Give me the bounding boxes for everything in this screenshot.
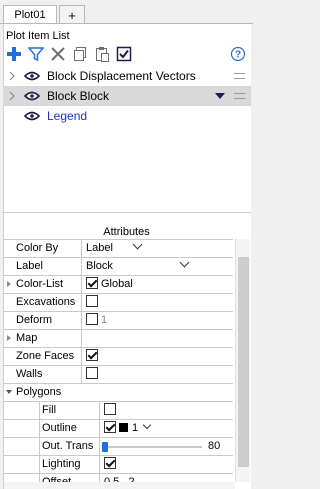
attr-key: Outline (42, 422, 77, 434)
attr-key: Out. Trans (42, 440, 94, 452)
tree-item-label: Block Block (47, 89, 110, 103)
drag-handle-icon[interactable] (234, 93, 245, 99)
attr-row-color-by: Color By Label (4, 239, 233, 258)
attr-key: Fill (42, 404, 57, 416)
attr-row-map: Map (4, 330, 233, 348)
outline-checkbox[interactable] (104, 421, 116, 434)
filter-icon[interactable] (27, 45, 45, 63)
plot-item-tree: Block Displacement Vectors Block Block L… (3, 66, 251, 126)
attr-key: Deform (16, 314, 53, 326)
attr-key: Excavations (16, 296, 76, 308)
walls-checkbox[interactable] (86, 367, 98, 380)
visibility-eye-icon[interactable] (24, 70, 40, 82)
tree-item-label: Legend (47, 109, 88, 123)
attr-row-lighting: Lighting (4, 456, 233, 474)
chevron-down-icon (179, 257, 190, 268)
tab-plot01[interactable]: Plot01 (3, 5, 57, 24)
help-icon[interactable]: ? (229, 45, 247, 63)
plot-item-toolbar: ? (5, 45, 249, 65)
out-trans-slider[interactable] (102, 442, 202, 452)
out-trans-value: 80 (208, 440, 221, 452)
svg-text:?: ? (235, 50, 241, 61)
copy-icon[interactable] (71, 45, 89, 63)
collapse-arrow-icon[interactable] (6, 390, 12, 394)
attr-row-deform: Deform 1 (4, 312, 233, 330)
tab-strip: Plot01 + (0, 0, 253, 24)
attr-row-excavations: Excavations (4, 294, 233, 312)
color-list-checkbox[interactable] (86, 277, 98, 290)
attr-row-polygons: Polygons (4, 384, 233, 402)
attributes-grid: Color By Label Label Block Color-List Gl… (4, 239, 233, 489)
expand-arrow-icon[interactable] (7, 91, 17, 101)
attr-key: Map (16, 332, 38, 344)
tree-item-legend[interactable]: Legend (3, 106, 251, 126)
expand-arrow-icon[interactable] (7, 335, 11, 341)
plot-item-list-title: Plot Item List (6, 30, 70, 42)
expand-arrow-icon[interactable] (7, 71, 17, 81)
tree-item-label: Block Displacement Vectors (47, 69, 196, 83)
expand-arrow-icon[interactable] (7, 281, 11, 287)
attr-key: Zone Faces (16, 350, 75, 362)
attr-key: Color-List (16, 278, 64, 290)
panel-splitter[interactable] (3, 212, 251, 213)
tree-item-block-block[interactable]: Block Block (3, 86, 251, 106)
fill-checkbox[interactable] (104, 403, 116, 416)
attr-row-zone-faces: Zone Faces (4, 348, 233, 366)
attr-row-out-trans: Out. Trans 80 (4, 438, 233, 456)
add-icon[interactable] (5, 45, 23, 63)
attr-row-fill: Fill (4, 402, 233, 420)
delete-icon[interactable] (49, 45, 67, 63)
paste-icon[interactable] (93, 45, 111, 63)
attr-key: Label (16, 260, 43, 272)
color-by-select[interactable]: Label (86, 239, 143, 257)
attributes-horizontal-scrollbar[interactable] (4, 482, 235, 489)
scrollbar-thumb[interactable] (238, 257, 249, 467)
deform-checkbox[interactable] (86, 313, 98, 326)
attr-key: Lighting (42, 458, 81, 470)
attr-row-walls: Walls (4, 366, 233, 384)
excavations-checkbox[interactable] (86, 295, 98, 308)
attributes-vertical-scrollbar[interactable] (235, 239, 250, 482)
attributes-title: Attributes (103, 226, 150, 238)
attr-row-label: Label Block (4, 257, 233, 276)
lighting-checkbox[interactable] (104, 457, 116, 470)
chevron-down-icon (132, 239, 143, 250)
tree-item-block-displacement-vectors[interactable]: Block Displacement Vectors (3, 66, 251, 86)
visibility-eye-icon[interactable] (24, 110, 40, 122)
attr-key: Color By (16, 242, 59, 254)
chevron-down-icon[interactable] (143, 420, 152, 430)
checkbox-icon[interactable] (115, 45, 133, 63)
add-tab-button[interactable]: + (59, 5, 85, 24)
zone-faces-checkbox[interactable] (86, 349, 98, 362)
attr-key: Polygons (16, 386, 62, 398)
label-select[interactable]: Block (86, 257, 190, 275)
slider-thumb[interactable] (102, 442, 108, 452)
attr-key: Walls (16, 368, 43, 380)
dropdown-arrow-icon[interactable] (215, 93, 225, 99)
outline-width-value[interactable]: 1 (132, 422, 138, 434)
attr-row-color-list: Color-List Global (4, 276, 233, 294)
attr-row-outline: Outline 1 (4, 420, 233, 438)
drag-handle-icon[interactable] (234, 73, 245, 79)
visibility-eye-icon[interactable] (24, 90, 40, 102)
deform-value[interactable]: 1 (101, 314, 107, 326)
outline-color-swatch[interactable] (119, 422, 128, 432)
